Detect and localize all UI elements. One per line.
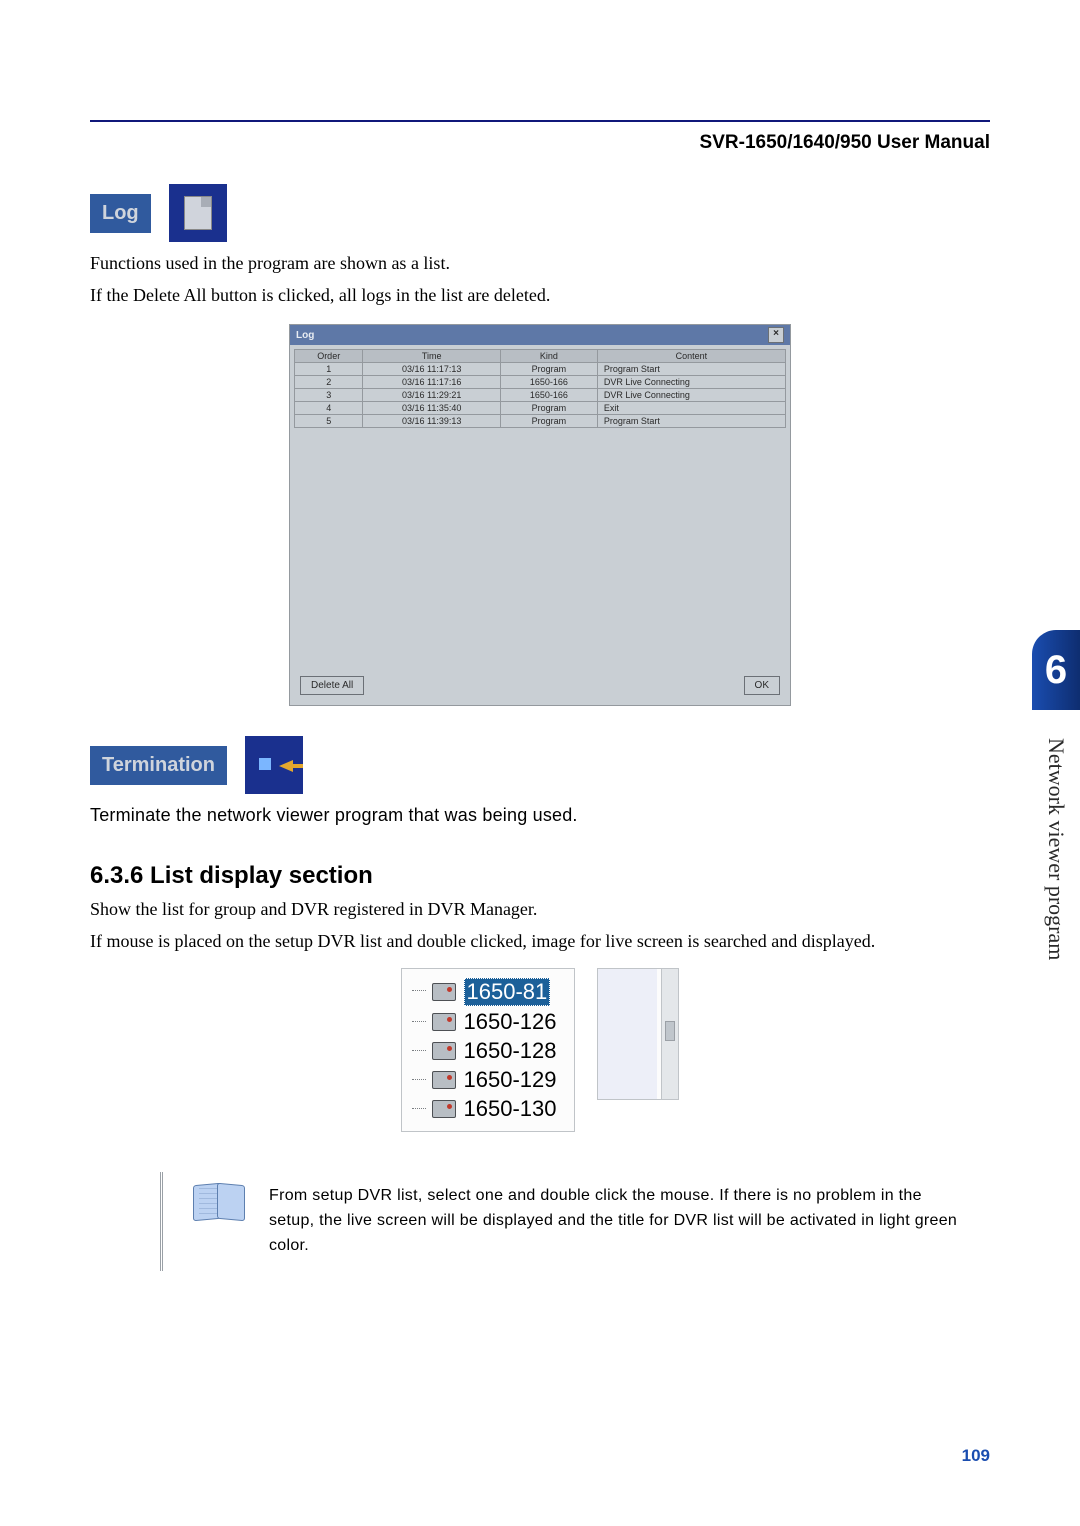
list-display-text-2: If mouse is placed on the setup DVR list… <box>90 928 990 954</box>
log-row[interactable]: 103/16 11:17:13ProgramProgram Start <box>295 363 786 376</box>
log-document-icon <box>169 184 227 242</box>
dvr-tree-item-label: 1650-128 <box>464 1038 557 1064</box>
log-cell-content: Program Start <box>597 363 785 376</box>
log-cell-order: 1 <box>295 363 363 376</box>
chapter-caption: Network viewer program <box>1043 738 1069 960</box>
log-label: Log <box>90 194 151 233</box>
log-row[interactable]: 503/16 11:39:13ProgramProgram Start <box>295 415 786 428</box>
dvr-tree-item-label: 1650-129 <box>464 1067 557 1093</box>
dvr-icon <box>432 983 456 1001</box>
log-text-1: Functions used in the program are shown … <box>90 250 990 276</box>
termination-text: Terminate the network viewer program tha… <box>90 802 990 828</box>
col-time: Time <box>363 350 501 363</box>
dvr-tree-item[interactable]: 1650-129 <box>432 1067 557 1093</box>
dvr-tree-item-label: 1650-126 <box>464 1009 557 1035</box>
log-text-2: If the Delete All button is clicked, all… <box>90 282 990 308</box>
log-cell-kind: Program <box>500 363 597 376</box>
header-rule <box>90 120 990 122</box>
dvr-tree[interactable]: 1650-81 1650-126 1650-128 1650-129 1650-130 <box>401 968 576 1132</box>
termination-icon <box>245 736 303 794</box>
log-row[interactable]: 203/16 11:17:161650-166DVR Live Connecti… <box>295 376 786 389</box>
manual-title: SVR-1650/1640/950 User Manual <box>90 132 990 154</box>
note-block: From setup DVR list, select one and doub… <box>160 1172 990 1270</box>
log-cell-kind: 1650-166 <box>500 389 597 402</box>
col-content: Content <box>597 350 785 363</box>
dvr-tree-item[interactable]: 1650-126 <box>432 1009 557 1035</box>
log-row[interactable]: 403/16 11:35:40ProgramExit <box>295 402 786 415</box>
close-icon[interactable]: × <box>768 327 784 343</box>
col-order: Order <box>295 350 363 363</box>
log-window-titlebar: Log × <box>290 325 790 345</box>
dvr-tree-item-label: 1650-130 <box>464 1096 557 1122</box>
log-row[interactable]: 303/16 11:29:211650-166DVR Live Connecti… <box>295 389 786 402</box>
note-text: From setup DVR list, select one and doub… <box>269 1184 959 1258</box>
chapter-tab: 6 Network viewer program <box>1032 630 1080 1230</box>
log-cell-order: 3 <box>295 389 363 402</box>
live-preview <box>597 968 679 1100</box>
dvr-icon <box>432 1100 456 1118</box>
termination-heading-row: Termination <box>90 736 990 794</box>
log-cell-kind: 1650-166 <box>500 376 597 389</box>
dvr-tree-item[interactable]: 1650-81 <box>432 978 557 1006</box>
log-cell-content: DVR Live Connecting <box>597 389 785 402</box>
preview-scrollbar[interactable] <box>661 969 678 1099</box>
list-display-text-1: Show the list for group and DVR register… <box>90 896 990 922</box>
log-window-title: Log <box>296 330 314 341</box>
log-cell-content: DVR Live Connecting <box>597 376 785 389</box>
dvr-tree-item-label: 1650-81 <box>464 978 551 1006</box>
log-cell-time: 03/16 11:35:40 <box>363 402 501 415</box>
log-cell-time: 03/16 11:17:13 <box>363 363 501 376</box>
log-table: Order Time Kind Content 103/16 11:17:13P… <box>294 349 786 428</box>
dvr-icon <box>432 1071 456 1089</box>
page-number: 109 <box>962 1446 990 1466</box>
log-heading-row: Log <box>90 184 990 242</box>
log-cell-order: 2 <box>295 376 363 389</box>
log-cell-content: Program Start <box>597 415 785 428</box>
ok-button[interactable]: OK <box>744 676 780 695</box>
list-display-heading: 6.3.6 List display section <box>90 862 990 890</box>
log-cell-time: 03/16 11:29:21 <box>363 389 501 402</box>
dvr-tree-item[interactable]: 1650-128 <box>432 1038 557 1064</box>
log-cell-content: Exit <box>597 402 785 415</box>
book-icon <box>193 1184 245 1224</box>
log-cell-order: 4 <box>295 402 363 415</box>
log-cell-kind: Program <box>500 415 597 428</box>
chapter-number: 6 <box>1032 630 1080 710</box>
log-cell-order: 5 <box>295 415 363 428</box>
dvr-icon <box>432 1042 456 1060</box>
dvr-icon <box>432 1013 456 1031</box>
log-window: Log × Order Time Kind Content 103/16 11:… <box>289 324 791 706</box>
termination-label: Termination <box>90 746 227 785</box>
col-kind: Kind <box>500 350 597 363</box>
log-cell-time: 03/16 11:39:13 <box>363 415 501 428</box>
log-cell-kind: Program <box>500 402 597 415</box>
dvr-tree-item[interactable]: 1650-130 <box>432 1096 557 1122</box>
delete-all-button[interactable]: Delete All <box>300 676 364 695</box>
log-cell-time: 03/16 11:17:16 <box>363 376 501 389</box>
